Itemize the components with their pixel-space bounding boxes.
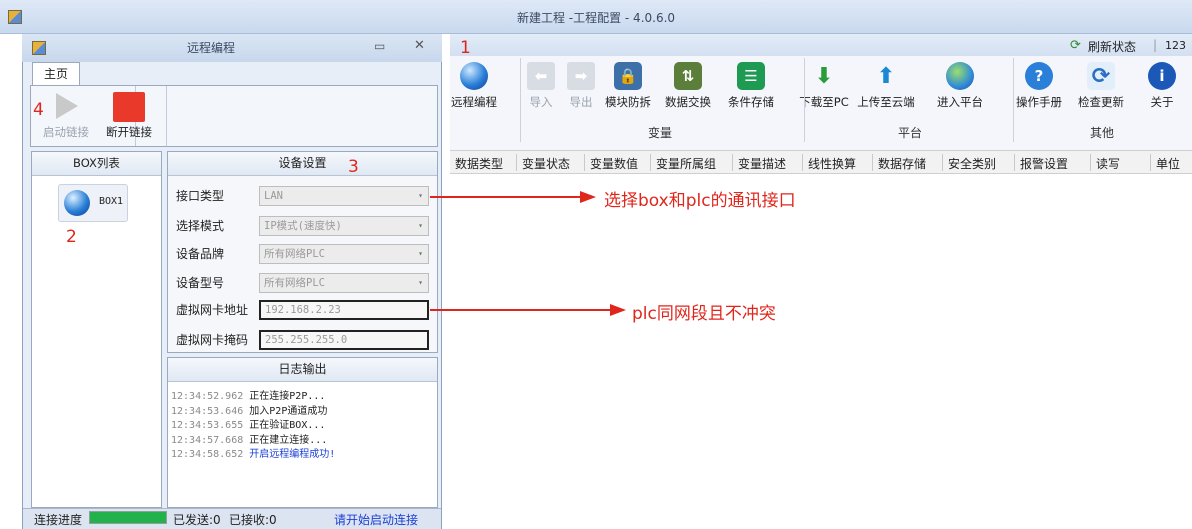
annotation-arrows	[430, 191, 626, 316]
note-network: plc同网段且不冲突	[632, 304, 776, 324]
note-interface: 选择box和plc的通讯接口	[604, 191, 796, 211]
arrow-head-interface	[580, 191, 596, 203]
arrow-head-network	[610, 304, 626, 316]
